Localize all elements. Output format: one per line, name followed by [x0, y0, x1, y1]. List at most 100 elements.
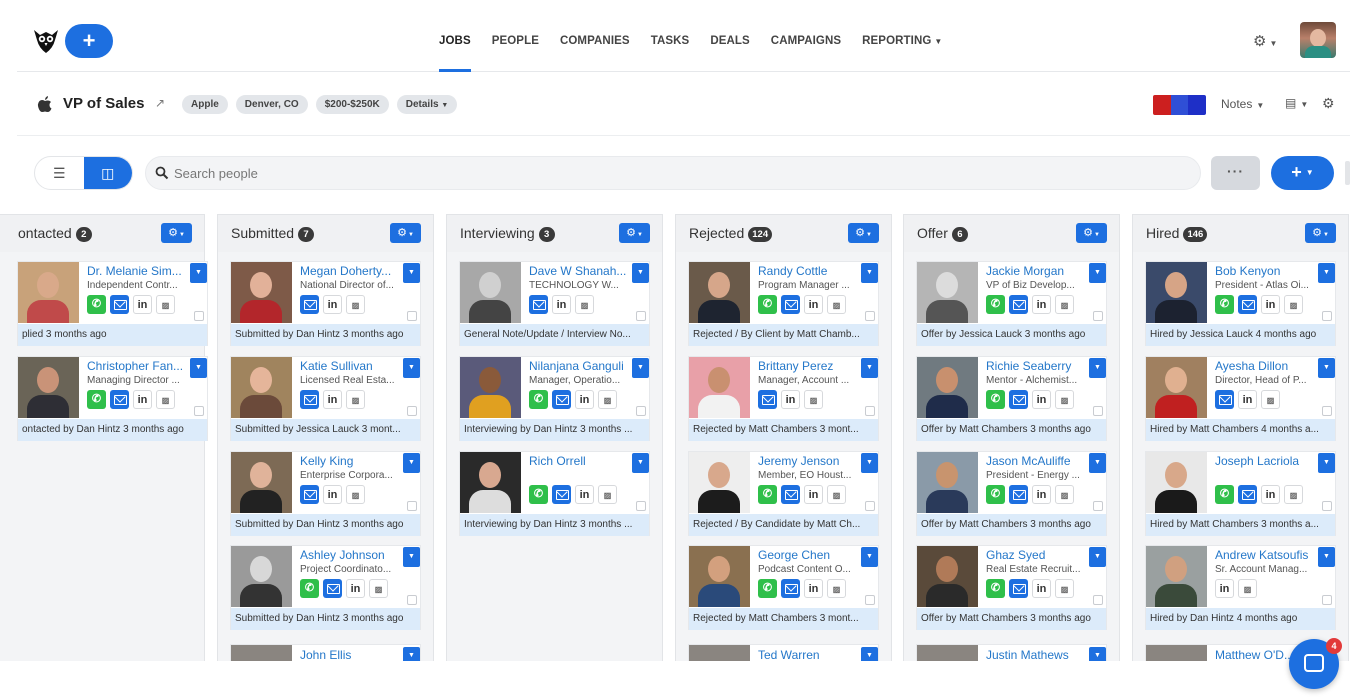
- linkedin-icon[interactable]: in: [346, 579, 365, 598]
- card-select-checkbox[interactable]: [636, 311, 646, 321]
- resume-icon[interactable]: ▨: [598, 485, 617, 504]
- candidate-photo[interactable]: [689, 546, 750, 607]
- linkedin-icon[interactable]: in: [1032, 295, 1051, 314]
- job-settings-button[interactable]: ⚙: [1322, 95, 1335, 112]
- candidate-photo[interactable]: [1146, 357, 1207, 418]
- candidate-card[interactable]: George Chen Podcast Content O... ▼ ✆ in ▨ Reje…: [688, 545, 879, 630]
- candidate-photo[interactable]: [1146, 262, 1207, 323]
- candidate-name-link[interactable]: Christopher Fan...: [87, 359, 187, 373]
- phone-icon[interactable]: ✆: [986, 579, 1005, 598]
- linkedin-icon[interactable]: in: [1032, 390, 1051, 409]
- more-options-button[interactable]: ···: [1211, 156, 1260, 190]
- card-menu-button[interactable]: ▼: [1089, 453, 1106, 473]
- email-icon[interactable]: [781, 295, 800, 314]
- resume-icon[interactable]: ▨: [346, 485, 365, 504]
- card-select-checkbox[interactable]: [1093, 406, 1103, 416]
- email-icon[interactable]: [1009, 295, 1028, 314]
- column-settings-button[interactable]: ⚙▼: [1076, 223, 1107, 243]
- card-menu-button[interactable]: ▼: [632, 358, 649, 378]
- candidate-photo[interactable]: [231, 546, 292, 607]
- quick-add-button[interactable]: +: [65, 24, 113, 58]
- card-select-checkbox[interactable]: [1093, 501, 1103, 511]
- candidate-photo[interactable]: [917, 357, 978, 418]
- candidate-card[interactable]: Dave W Shanah... TECHNOLOGY W... ▼ in ▨ Gener…: [459, 261, 650, 346]
- candidate-name-link[interactable]: Dr. Melanie Sim...: [87, 264, 187, 278]
- linkedin-icon[interactable]: in: [1032, 485, 1051, 504]
- candidate-card[interactable]: Jeremy Jenson Member, EO Houst... ▼ ✆ in ▨ Rej…: [688, 451, 879, 536]
- card-select-checkbox[interactable]: [194, 311, 204, 321]
- email-icon[interactable]: [1009, 485, 1028, 504]
- linkedin-icon[interactable]: in: [1215, 579, 1234, 598]
- tag-company[interactable]: Apple: [182, 95, 228, 114]
- card-select-checkbox[interactable]: [407, 501, 417, 511]
- candidate-card[interactable]: Joseph Lacriola ▼ ✆ in ▨ Hired by Matt Chambe…: [1145, 451, 1336, 536]
- card-menu-button[interactable]: ▼: [403, 263, 420, 283]
- candidate-photo[interactable]: [231, 262, 292, 323]
- board-view-button[interactable]: ◫: [83, 157, 132, 189]
- card-select-checkbox[interactable]: [1322, 406, 1332, 416]
- card-menu-button[interactable]: ▼: [190, 358, 207, 378]
- candidate-card[interactable]: Christopher Fan... Managing Director ... ▼…: [17, 356, 208, 441]
- email-icon[interactable]: [300, 295, 319, 314]
- phone-icon[interactable]: ✆: [529, 390, 548, 409]
- candidate-photo[interactable]: [917, 452, 978, 513]
- candidate-name-link[interactable]: Ted Warren: [758, 648, 858, 662]
- nav-deals[interactable]: DEALS: [710, 0, 749, 72]
- card-menu-button[interactable]: ▼: [1089, 263, 1106, 283]
- resume-icon[interactable]: ▨: [827, 295, 846, 314]
- linkedin-icon[interactable]: in: [1261, 485, 1280, 504]
- phone-icon[interactable]: ✆: [986, 485, 1005, 504]
- candidate-photo[interactable]: [1146, 452, 1207, 513]
- linkedin-icon[interactable]: in: [804, 295, 823, 314]
- card-menu-button[interactable]: ▼: [403, 547, 420, 567]
- email-icon[interactable]: [529, 295, 548, 314]
- column-settings-button[interactable]: ⚙▼: [848, 223, 879, 243]
- linkedin-icon[interactable]: in: [804, 485, 823, 504]
- email-icon[interactable]: [1238, 295, 1257, 314]
- candidate-name-link[interactable]: Dave W Shanah...: [529, 264, 629, 278]
- card-select-checkbox[interactable]: [865, 595, 875, 605]
- card-select-checkbox[interactable]: [865, 501, 875, 511]
- candidate-photo[interactable]: [231, 357, 292, 418]
- tag-location[interactable]: Denver, CO: [235, 95, 308, 114]
- settings-menu[interactable]: ⚙ ▼: [1253, 32, 1277, 50]
- candidate-card[interactable]: Andrew Katsoufis Sr. Account Manag... ▼ in ▨…: [1145, 545, 1336, 630]
- candidate-card[interactable]: Ashley Johnson Project Coordinato... ▼ ✆ in ▨…: [230, 545, 421, 630]
- resume-icon[interactable]: ▨: [1055, 485, 1074, 504]
- card-menu-button[interactable]: ▼: [861, 263, 878, 283]
- card-select-checkbox[interactable]: [636, 406, 646, 416]
- linkedin-icon[interactable]: in: [1032, 579, 1051, 598]
- candidate-card[interactable]: Katie Sullivan Licensed Real Esta... ▼ in ▨ S…: [230, 356, 421, 441]
- column-settings-button[interactable]: ⚙▼: [390, 223, 421, 243]
- candidate-photo[interactable]: [917, 262, 978, 323]
- candidate-name-link[interactable]: Jason McAuliffe: [986, 454, 1086, 468]
- email-icon[interactable]: [781, 579, 800, 598]
- card-menu-button[interactable]: ▼: [632, 263, 649, 283]
- candidate-photo[interactable]: [460, 262, 521, 323]
- email-icon[interactable]: [323, 579, 342, 598]
- card-select-checkbox[interactable]: [407, 595, 417, 605]
- email-icon[interactable]: [552, 390, 571, 409]
- email-icon[interactable]: [781, 485, 800, 504]
- card-select-checkbox[interactable]: [865, 406, 875, 416]
- job-color-flag[interactable]: [1153, 95, 1206, 115]
- owl-logo-icon[interactable]: [33, 26, 59, 54]
- card-menu-button[interactable]: ▼: [1318, 453, 1335, 473]
- candidate-photo[interactable]: [18, 262, 79, 323]
- resume-icon[interactable]: ▨: [1284, 485, 1303, 504]
- candidate-name-link[interactable]: Andrew Katsoufis: [1215, 548, 1315, 562]
- linkedin-icon[interactable]: in: [1261, 295, 1280, 314]
- resume-icon[interactable]: ▨: [346, 390, 365, 409]
- resume-icon[interactable]: ▨: [346, 295, 365, 314]
- candidate-name-link[interactable]: John Ellis: [300, 648, 400, 662]
- phone-icon[interactable]: ✆: [758, 579, 777, 598]
- phone-icon[interactable]: ✆: [758, 485, 777, 504]
- candidate-card[interactable]: Bob Kenyon President - Atlas Oi... ▼ ✆ in ▨ Hi…: [1145, 261, 1336, 346]
- candidate-photo[interactable]: [689, 452, 750, 513]
- candidate-name-link[interactable]: Ashley Johnson: [300, 548, 400, 562]
- candidate-name-link[interactable]: Joseph Lacriola: [1215, 454, 1315, 468]
- nav-reporting[interactable]: REPORTING ▼: [862, 0, 942, 72]
- card-select-checkbox[interactable]: [1093, 595, 1103, 605]
- nav-jobs[interactable]: JOBS: [439, 0, 471, 72]
- linkedin-icon[interactable]: in: [1238, 390, 1257, 409]
